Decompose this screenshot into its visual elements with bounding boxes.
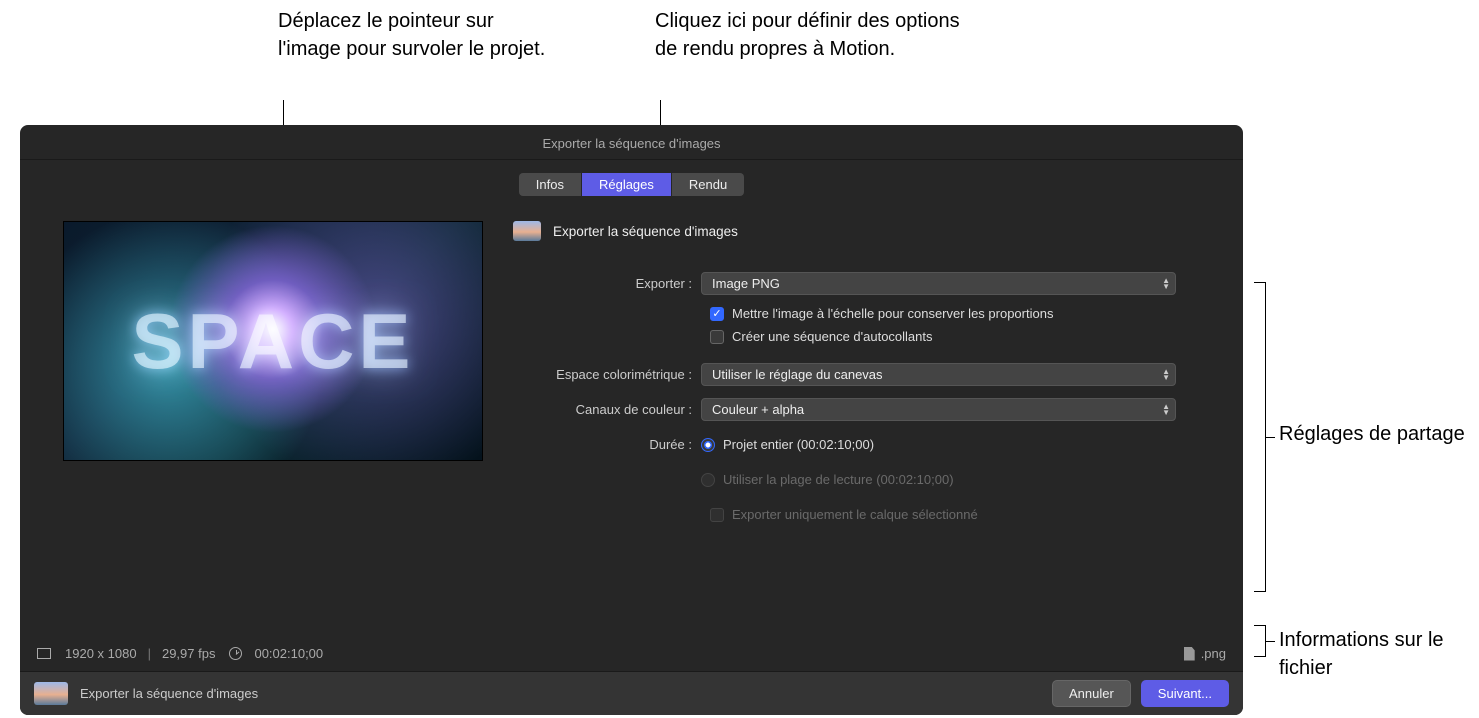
duration-label: Durée : bbox=[513, 437, 701, 452]
footer-thumbnail bbox=[34, 682, 68, 705]
channels-value: Couleur + alpha bbox=[712, 402, 804, 417]
footer-title: Exporter la séquence d'images bbox=[80, 686, 258, 701]
colorspace-select[interactable]: Utiliser le réglage du canevas ▲▼ bbox=[701, 363, 1176, 386]
export-label: Exporter : bbox=[513, 276, 701, 291]
tab-reglages[interactable]: Réglages bbox=[582, 173, 671, 196]
bracket-settings bbox=[1254, 282, 1266, 592]
export-format-value: Image PNG bbox=[712, 276, 780, 291]
duration-range-radio bbox=[701, 473, 715, 487]
file-icon bbox=[1184, 647, 1195, 661]
next-button[interactable]: Suivant... bbox=[1141, 680, 1229, 707]
duration-value: 00:02:10;00 bbox=[254, 646, 323, 661]
preview-text: SPACE bbox=[132, 296, 415, 387]
footer-bar: Exporter la séquence d'images Annuler Su… bbox=[20, 671, 1243, 715]
bracket-fileinfo bbox=[1254, 625, 1266, 657]
settings-header: Exporter la séquence d'images bbox=[513, 221, 1213, 241]
dialog-title: Exporter la séquence d'images bbox=[20, 125, 1243, 160]
channels-select[interactable]: Couleur + alpha ▲▼ bbox=[701, 398, 1176, 421]
channels-label: Canaux de couleur : bbox=[513, 402, 701, 417]
callout-file-info: Informations sur le fichier bbox=[1279, 626, 1479, 682]
settings-panel: Exporter la séquence d'images Exporter :… bbox=[513, 221, 1213, 530]
export-layer-label: Exporter uniquement le calque sélectionn… bbox=[732, 507, 978, 522]
callout-preview: Déplacez le pointeur sur l'image pour su… bbox=[278, 7, 558, 63]
preview-thumbnail[interactable]: SPACE bbox=[63, 221, 483, 461]
fps-value: 29,97 fps bbox=[162, 646, 216, 661]
chevron-updown-icon: ▲▼ bbox=[1162, 278, 1170, 290]
footer-info: 1920 x 1080 | 29,97 fps 00:02:10;00 .png bbox=[37, 646, 1226, 661]
chevron-updown-icon: ▲▼ bbox=[1162, 404, 1170, 416]
sticker-checkbox[interactable] bbox=[710, 330, 724, 344]
dimensions-icon bbox=[37, 648, 51, 659]
bracket-fileinfo-line bbox=[1266, 641, 1275, 642]
chevron-updown-icon: ▲▼ bbox=[1162, 369, 1170, 381]
colorspace-label: Espace colorimétrique : bbox=[513, 367, 701, 382]
dimensions-value: 1920 x 1080 bbox=[65, 646, 137, 661]
duration-full-label: Projet entier (00:02:10;00) bbox=[723, 437, 874, 452]
preset-icon bbox=[513, 221, 541, 241]
export-dialog: Exporter la séquence d'images Infos Régl… bbox=[20, 125, 1243, 715]
tab-rendu[interactable]: Rendu bbox=[672, 173, 744, 196]
file-ext-value: .png bbox=[1201, 646, 1226, 661]
scale-checkbox-label: Mettre l'image à l'échelle pour conserve… bbox=[732, 306, 1053, 321]
duration-range-label: Utiliser la plage de lecture (00:02:10;0… bbox=[723, 472, 954, 487]
duration-full-radio[interactable] bbox=[701, 438, 715, 452]
callout-rendu: Cliquez ici pour définir des options de … bbox=[655, 7, 975, 63]
export-format-select[interactable]: Image PNG ▲▼ bbox=[701, 272, 1176, 295]
tab-infos[interactable]: Infos bbox=[519, 173, 581, 196]
clock-icon bbox=[229, 647, 242, 660]
sticker-checkbox-label: Créer une séquence d'autocollants bbox=[732, 329, 933, 344]
cancel-button[interactable]: Annuler bbox=[1052, 680, 1131, 707]
bracket-settings-line bbox=[1266, 437, 1275, 438]
callout-share-settings: Réglages de partage bbox=[1279, 420, 1465, 448]
tab-bar: Infos Réglages Rendu bbox=[20, 160, 1243, 206]
scale-checkbox[interactable]: ✓ bbox=[710, 307, 724, 321]
colorspace-value: Utiliser le réglage du canevas bbox=[712, 367, 883, 382]
export-layer-checkbox bbox=[710, 508, 724, 522]
settings-header-label: Exporter la séquence d'images bbox=[553, 224, 738, 239]
